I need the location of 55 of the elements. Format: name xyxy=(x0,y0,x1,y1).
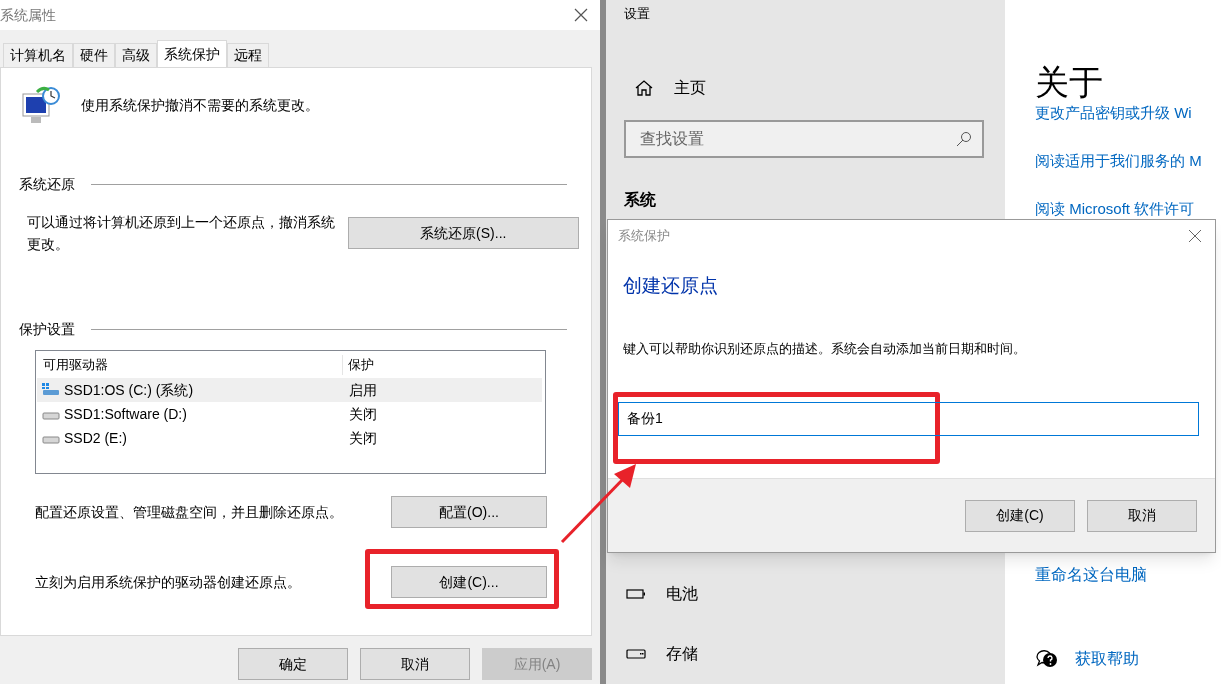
dialog-title: 系统保护 xyxy=(618,227,670,246)
drive-row[interactable]: SSD2 (E:) 关闭 xyxy=(37,426,542,450)
column-header[interactable]: 保护 xyxy=(343,355,544,375)
nav-item[interactable]: 存储 xyxy=(624,624,1005,684)
dialog-description: 键入可以帮助你识别还原点的描述。系统会自动添加当前日期和时间。 xyxy=(622,339,1027,358)
drive-row[interactable]: SSD1:Software (D:) 关闭 xyxy=(37,402,542,426)
protection-status: 启用 xyxy=(348,380,377,400)
link[interactable]: 更改产品密钥或升级 Wi xyxy=(1035,104,1221,121)
help-link[interactable]: 获取帮助 xyxy=(1075,647,1139,671)
link[interactable]: 阅读 Microsoft 软件许可 xyxy=(1035,200,1221,217)
configure-button[interactable]: 配置(O)... xyxy=(391,496,547,528)
configure-description: 配置还原设置、管理磁盘空间，并且删除还原点。 xyxy=(35,502,344,522)
help-chat-icon xyxy=(1035,649,1059,669)
drive-name: SSD2 (E:) xyxy=(64,428,127,448)
create-description: 立刻为启用系统保护的驱动器创建还原点。 xyxy=(35,572,302,592)
close-icon[interactable] xyxy=(1189,230,1201,242)
section-title: 系统 xyxy=(624,190,657,210)
system-restore-button[interactable]: 系统还原(S)... xyxy=(347,217,579,249)
home-icon xyxy=(634,78,654,97)
rename-link[interactable]: 重命名这台电脑 xyxy=(1035,563,1221,587)
storage-icon xyxy=(626,649,646,659)
nav-item[interactable]: 电池 xyxy=(624,564,1005,624)
dialog-button[interactable]: 确定 xyxy=(238,648,348,680)
drive-name: SSD1:Software (D:) xyxy=(64,404,187,424)
page-heading: 关于 xyxy=(1035,64,1104,100)
drive-name: SSD1:OS (C:) (系统) xyxy=(64,380,194,400)
description-field[interactable]: 备份1 xyxy=(618,402,1199,436)
protection-status: 关闭 xyxy=(348,404,377,424)
search-icon xyxy=(956,131,972,147)
nav-item[interactable]: 主页 xyxy=(624,73,1005,102)
tab[interactable]: 远程 xyxy=(227,43,269,67)
section-heading: 系统还原 xyxy=(19,175,75,194)
search-field[interactable]: 查找设置 xyxy=(624,120,984,158)
close-icon[interactable] xyxy=(574,8,588,22)
protection-status: 关闭 xyxy=(348,428,377,448)
window-title: 系统属性 xyxy=(0,5,56,25)
tab[interactable]: 高级 xyxy=(115,43,157,67)
dialog-heading: 创建还原点 xyxy=(622,274,719,298)
dialog-button[interactable]: 创建(C) xyxy=(965,499,1075,532)
column-header[interactable]: 可用驱动器 xyxy=(37,355,343,375)
drive-row[interactable]: SSD1:OS (C:) (系统) 启用 xyxy=(37,378,542,402)
link[interactable]: 阅读适用于我们服务的 M xyxy=(1035,152,1221,169)
dialog-button[interactable]: 取消 xyxy=(1087,499,1197,532)
battery-icon xyxy=(626,589,646,599)
dialog-button[interactable]: 取消 xyxy=(360,648,470,680)
tab[interactable]: 系统保护 xyxy=(157,40,227,67)
intro-text: 使用系统保护撤消不需要的系统更改。 xyxy=(81,95,319,115)
app-title: 设置 xyxy=(624,5,651,23)
section-heading: 保护设置 xyxy=(19,320,75,339)
windows-drive-icon xyxy=(42,383,60,397)
create-button[interactable]: 创建(C)... xyxy=(391,566,547,598)
restore-description: 可以通过将计算机还原到上一个还原点，撤消系统更改。 xyxy=(27,213,336,254)
tab[interactable]: 硬件 xyxy=(73,43,115,67)
tab[interactable]: 计算机名 xyxy=(3,43,73,67)
computer-icon xyxy=(19,84,61,126)
